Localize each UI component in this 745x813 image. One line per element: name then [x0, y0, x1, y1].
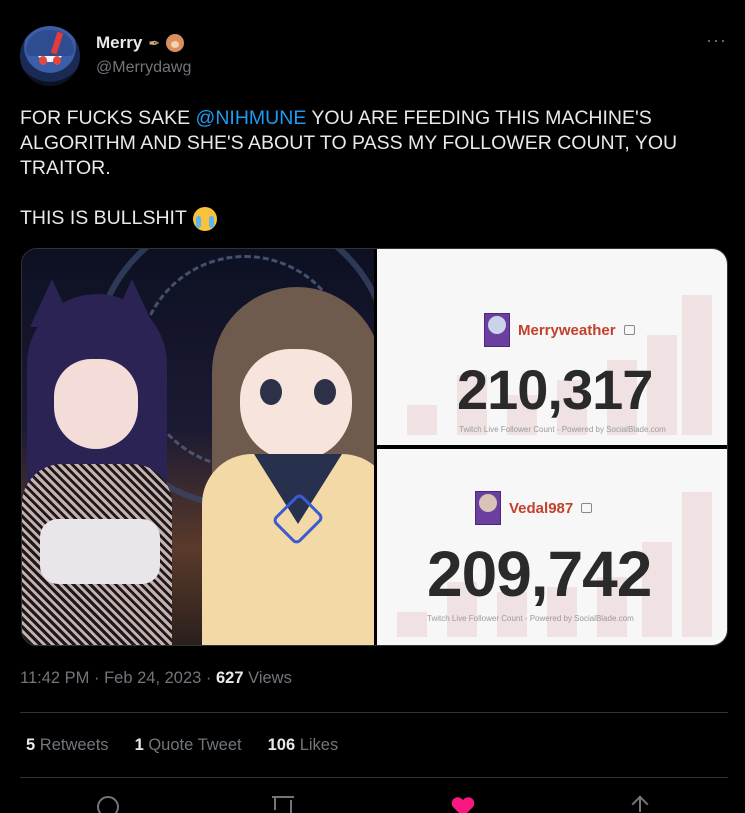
quote-tweets-stat[interactable]: 1 Quote Tweet — [135, 736, 242, 755]
tweet-text: FOR FUCKS SAKE @NIHMUNE YOU ARE FEEDING … — [20, 106, 725, 231]
action-bar — [0, 792, 745, 813]
twitch-icon — [623, 325, 635, 335]
share-icon[interactable] — [630, 796, 652, 813]
author-display-name[interactable]: Merry — [96, 33, 142, 53]
views-count: 627 — [216, 669, 244, 687]
tweet-text-line2: THIS IS BULLSHIT — [20, 206, 725, 231]
streamer-name: Merryweather — [518, 321, 616, 339]
author-handle[interactable]: @Merrydawg — [96, 59, 191, 77]
retweet-icon[interactable] — [272, 796, 294, 813]
like-icon[interactable] — [452, 798, 474, 813]
tweet-author-avatar[interactable] — [20, 26, 80, 86]
media-image-vtubers[interactable] — [22, 249, 374, 645]
streamer-row-bottom: Vedal987 — [475, 491, 593, 525]
mention-link[interactable]: @NIHMUNE — [196, 107, 307, 129]
media-image-follower-count-bottom[interactable]: Vedal987 209,742 Twitch Live Follower Co… — [377, 449, 727, 645]
loudly-crying-face-icon — [192, 206, 217, 231]
tweet-time[interactable]: 11:42 PM — [20, 669, 89, 687]
media-image-follower-count-top[interactable]: Merryweather 210,317 Twitch Live Followe… — [377, 249, 727, 445]
follower-count: 209,742 — [427, 538, 652, 610]
twitch-icon — [581, 503, 593, 513]
tweet-date[interactable]: Feb 24, 2023 — [104, 669, 201, 687]
dog-emoji-icon — [166, 34, 185, 52]
streamer-avatar — [484, 313, 510, 347]
pen-emoji-icon: ✒ — [148, 34, 161, 51]
tweet-meta: 11:42 PM · Feb 24, 2023 · 627 Views — [20, 669, 292, 687]
likes-stat[interactable]: 106 Likes — [268, 736, 339, 755]
tweet-text-line1: FOR FUCKS SAKE @NIHMUNE YOU ARE FEEDING … — [20, 107, 678, 179]
retweets-stat[interactable]: 5 Retweets — [26, 736, 109, 755]
reply-icon[interactable] — [97, 796, 119, 813]
divider — [20, 777, 728, 778]
streamer-name: Vedal987 — [509, 499, 574, 517]
engagement-stats: 5 Retweets 1 Quote Tweet 106 Likes — [26, 736, 338, 755]
divider — [20, 712, 728, 713]
views-label: Views — [243, 669, 292, 687]
more-options-icon[interactable]: ··· — [706, 30, 727, 51]
follower-count-caption: Twitch Live Follower Count - Powered by … — [459, 425, 666, 434]
tweet-media[interactable]: Merryweather 210,317 Twitch Live Followe… — [21, 248, 728, 646]
author-name-row: Merry ✒ — [96, 33, 185, 53]
streamer-row-top: Merryweather — [484, 313, 635, 347]
follower-count: 210,317 — [457, 358, 653, 421]
streamer-avatar — [475, 491, 501, 525]
follower-count-caption: Twitch Live Follower Count - Powered by … — [427, 614, 634, 623]
